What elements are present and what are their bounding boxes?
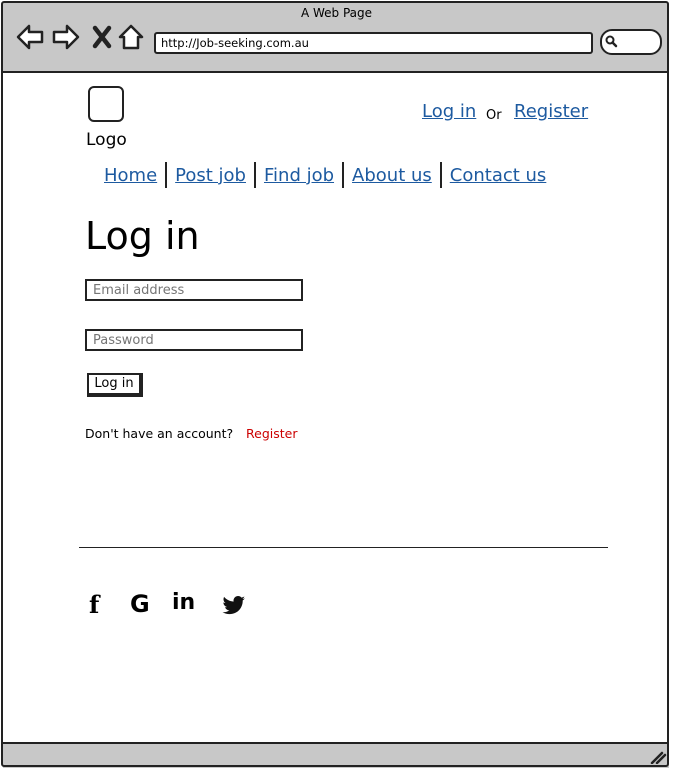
footer-divider: [79, 547, 608, 548]
nav-home[interactable]: Home: [96, 165, 165, 186]
page-title: Log in: [85, 214, 200, 258]
login-link[interactable]: Log in: [422, 101, 476, 122]
twitter-icon[interactable]: [222, 596, 246, 616]
nav-find-job[interactable]: Find job: [256, 165, 342, 186]
or-separator: Or: [486, 108, 502, 123]
nav-post-job[interactable]: Post job: [167, 165, 254, 186]
password-field[interactable]: [85, 329, 303, 351]
nav-contact-us[interactable]: Contact us: [442, 165, 555, 186]
linkedin-icon[interactable]: in: [172, 590, 195, 620]
no-account-text: Don't have an account?: [85, 426, 234, 441]
main-nav: Home Post job Find job About us Contact …: [96, 161, 554, 189]
register-link[interactable]: Register: [514, 101, 588, 122]
register-button-link[interactable]: Register: [246, 426, 297, 441]
facebook-icon[interactable]: f: [89, 590, 99, 620]
google-icon[interactable]: G: [130, 590, 150, 620]
nav-about-us[interactable]: About us: [344, 165, 440, 186]
logo-label: Logo: [86, 130, 127, 150]
email-field[interactable]: [85, 279, 303, 301]
logo-image[interactable]: [88, 86, 124, 122]
login-button[interactable]: Log in: [87, 373, 143, 397]
